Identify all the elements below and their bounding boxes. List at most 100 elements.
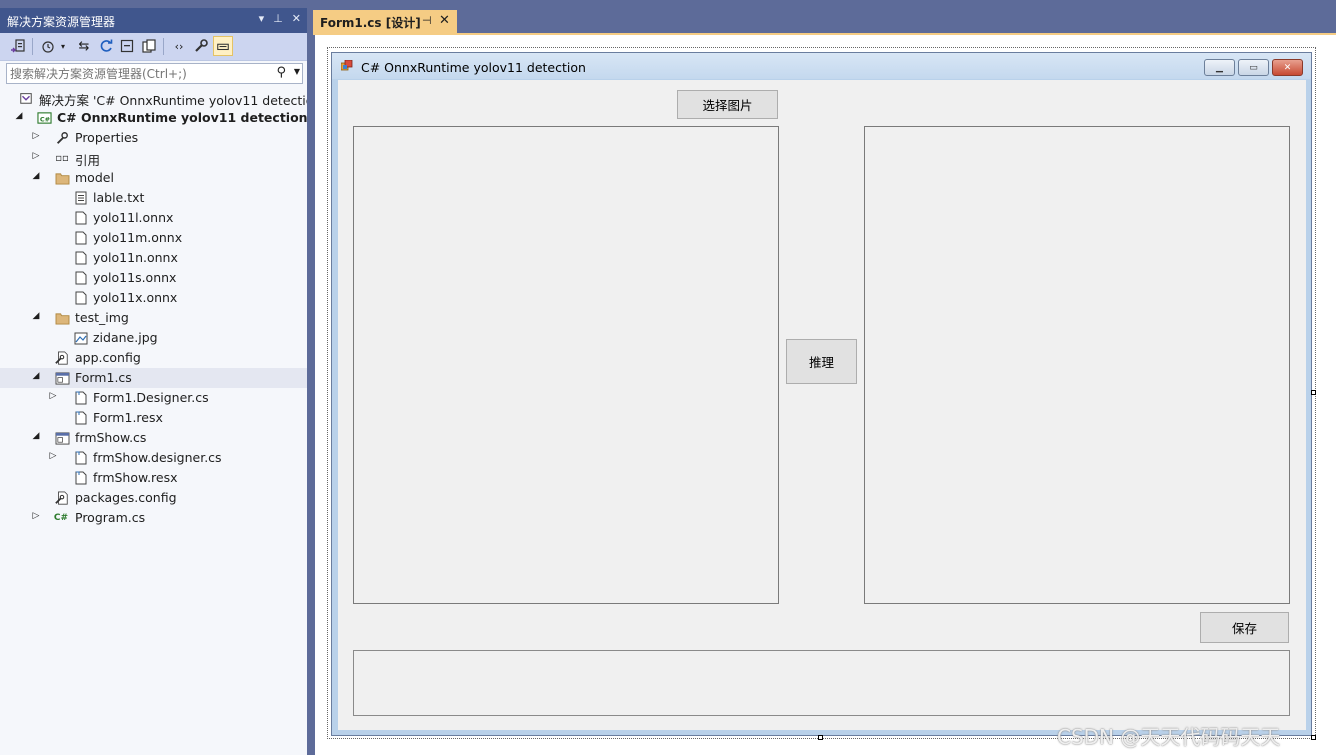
tree-item-frmshow-designer-cs[interactable]: ▷ frmShow.designer.cs	[0, 448, 307, 468]
expanded-arrow-icon[interactable]: ◢	[14, 111, 24, 121]
panel-menu-icon[interactable]: ▾	[259, 12, 265, 25]
tree-item-label: frmShow.designer.cs	[93, 450, 222, 465]
tree-item-model-folder[interactable]: ◢ model	[0, 168, 307, 188]
resize-handle-corner[interactable]	[1311, 735, 1316, 740]
refresh-icon[interactable]	[96, 36, 116, 56]
minimize-icon[interactable]: ▁	[1204, 59, 1235, 76]
csharp-project-icon: C#	[36, 110, 52, 126]
tree-item-label: C# OnnxRuntime yolov11 detection	[57, 110, 308, 125]
svg-text:C#: C#	[39, 115, 50, 123]
infer-button[interactable]: 推理	[786, 339, 857, 384]
preview-selected-icon[interactable]	[213, 36, 233, 56]
solution-search-input[interactable]	[10, 65, 270, 82]
expanded-arrow-icon[interactable]: ◢	[31, 311, 41, 321]
select-image-button[interactable]: 选择图片	[677, 90, 778, 119]
form-title: C# OnnxRuntime yolov11 detection	[361, 60, 586, 75]
solution-explorer-title: 解决方案资源管理器	[7, 15, 116, 29]
tree-item-test-img-folder[interactable]: ◢ test_img	[0, 308, 307, 328]
expanded-arrow-icon[interactable]: ◢	[31, 431, 41, 441]
show-all-files-icon[interactable]	[139, 36, 159, 56]
solution-explorer-titlebar: 解决方案资源管理器 ▾ ⊥ ✕	[0, 8, 307, 33]
tree-item-label: lable.txt	[93, 190, 145, 205]
form-icon	[54, 370, 70, 386]
tree-item-app-config[interactable]: app.config	[0, 348, 307, 368]
panel-pin-icon[interactable]: ⊥	[273, 12, 283, 25]
tree-item-yolo11x[interactable]: yolo11x.onnx	[0, 288, 307, 308]
tree-item-program-cs[interactable]: ▷ C# Program.cs	[0, 508, 307, 528]
form-window-icon	[341, 60, 353, 71]
history-icon[interactable]	[38, 36, 58, 56]
search-options-dropdown-icon[interactable]: ▼	[294, 67, 300, 76]
form-icon	[54, 430, 70, 446]
view-code-icon[interactable]: ‹›	[169, 36, 189, 56]
tree-item-frmshow-cs[interactable]: ◢ frmShow.cs	[0, 428, 307, 448]
source-picturebox[interactable]	[353, 126, 779, 604]
text-file-icon	[73, 190, 89, 206]
collapsed-arrow-icon[interactable]: ▷	[48, 391, 58, 401]
resize-handle-bottom[interactable]	[818, 735, 823, 740]
collapsed-arrow-icon[interactable]: ▷	[48, 451, 58, 461]
result-picturebox[interactable]	[864, 126, 1290, 604]
collapsed-arrow-icon[interactable]: ▷	[31, 131, 41, 141]
tree-item-label: Form1.cs	[75, 370, 132, 385]
pending-changes-icon[interactable]: ⇆	[74, 36, 94, 56]
image-file-icon	[73, 330, 89, 346]
tab-pin-icon[interactable]: ⊣	[422, 14, 432, 27]
tree-item-label: frmShow.resx	[93, 470, 178, 485]
tree-item-project[interactable]: ◢ C# C# OnnxRuntime yolov11 detection	[0, 108, 308, 128]
tree-item-zidane-jpg[interactable]: zidane.jpg	[0, 328, 307, 348]
file-icon	[73, 270, 89, 286]
tree-item-packages-config[interactable]: packages.config	[0, 488, 307, 508]
output-textbox[interactable]	[353, 650, 1290, 716]
tree-item-yolo11m[interactable]: yolo11m.onnx	[0, 228, 307, 248]
tree-item-label: model	[75, 170, 114, 185]
tree-item-references[interactable]: ▷ ▫▫ 引用	[0, 148, 307, 168]
tree-item-label: Form1.Designer.cs	[93, 390, 209, 405]
collapsed-arrow-icon[interactable]: ▷	[31, 151, 41, 161]
panel-close-icon[interactable]: ✕	[292, 12, 301, 25]
save-button[interactable]: 保存	[1200, 612, 1289, 643]
resize-handle-right[interactable]	[1311, 390, 1316, 395]
tab-close-icon[interactable]: ✕	[439, 13, 450, 28]
tree-item-label: yolo11x.onnx	[93, 290, 178, 305]
tree-item-lable-txt[interactable]: lable.txt	[0, 188, 307, 208]
tree-item-solution[interactable]: 解决方案 'C# OnnxRuntime yolov11 detection' …	[0, 88, 334, 108]
tree-item-label: Program.cs	[75, 510, 146, 525]
history-dropdown-icon[interactable]: ▾	[58, 36, 68, 56]
maximize-icon[interactable]: ▭	[1238, 59, 1269, 76]
tab-form1-designer[interactable]: Form1.cs [设计] ⊣ ✕	[313, 10, 457, 33]
file-icon	[73, 210, 89, 226]
collapsed-arrow-icon[interactable]: ▷	[31, 511, 41, 521]
tree-item-label: Form1.resx	[93, 410, 163, 425]
tree-item-form1-resx[interactable]: Form1.resx	[0, 408, 307, 428]
collapse-all-icon[interactable]	[117, 36, 137, 56]
properties-wrench-icon[interactable]	[191, 36, 211, 56]
tree-item-label: zidane.jpg	[93, 330, 158, 345]
close-icon[interactable]: ✕	[1272, 59, 1303, 76]
tree-item-properties[interactable]: ▷ Properties	[0, 128, 307, 148]
tree-item-yolo11n[interactable]: yolo11n.onnx	[0, 248, 307, 268]
config-file-icon	[54, 490, 70, 506]
tree-item-label: 引用	[75, 153, 101, 168]
tree-item-frmshow-resx[interactable]: frmShow.resx	[0, 468, 307, 488]
resx-file-icon	[73, 470, 89, 486]
expanded-arrow-icon[interactable]: ◢	[31, 171, 41, 181]
csharp-file-icon: C#	[53, 513, 69, 523]
tree-item-form1-designer-cs[interactable]: ▷ Form1.Designer.cs	[0, 388, 307, 408]
tree-item-label: Properties	[75, 130, 139, 145]
tree-item-label: test_img	[75, 310, 129, 325]
tree-item-label: yolo11s.onnx	[93, 270, 177, 285]
folder-icon	[54, 310, 70, 326]
tree-item-label: yolo11n.onnx	[93, 250, 178, 265]
search-icon[interactable]: ⚲	[276, 65, 286, 80]
resx-file-icon	[73, 410, 89, 426]
expanded-arrow-icon[interactable]: ◢	[31, 371, 41, 381]
solution-search-box[interactable]: ⚲ ▼	[6, 63, 303, 84]
tree-item-yolo11s[interactable]: yolo11s.onnx	[0, 268, 307, 288]
tree-item-yolo11l[interactable]: yolo11l.onnx	[0, 208, 307, 228]
tab-label: Form1.cs [设计]	[320, 16, 421, 30]
wrench-icon	[54, 130, 70, 146]
tree-item-form1-cs[interactable]: ◢ Form1.cs	[0, 368, 307, 388]
config-file-icon	[54, 350, 70, 366]
sync-views-icon[interactable]	[8, 36, 28, 56]
